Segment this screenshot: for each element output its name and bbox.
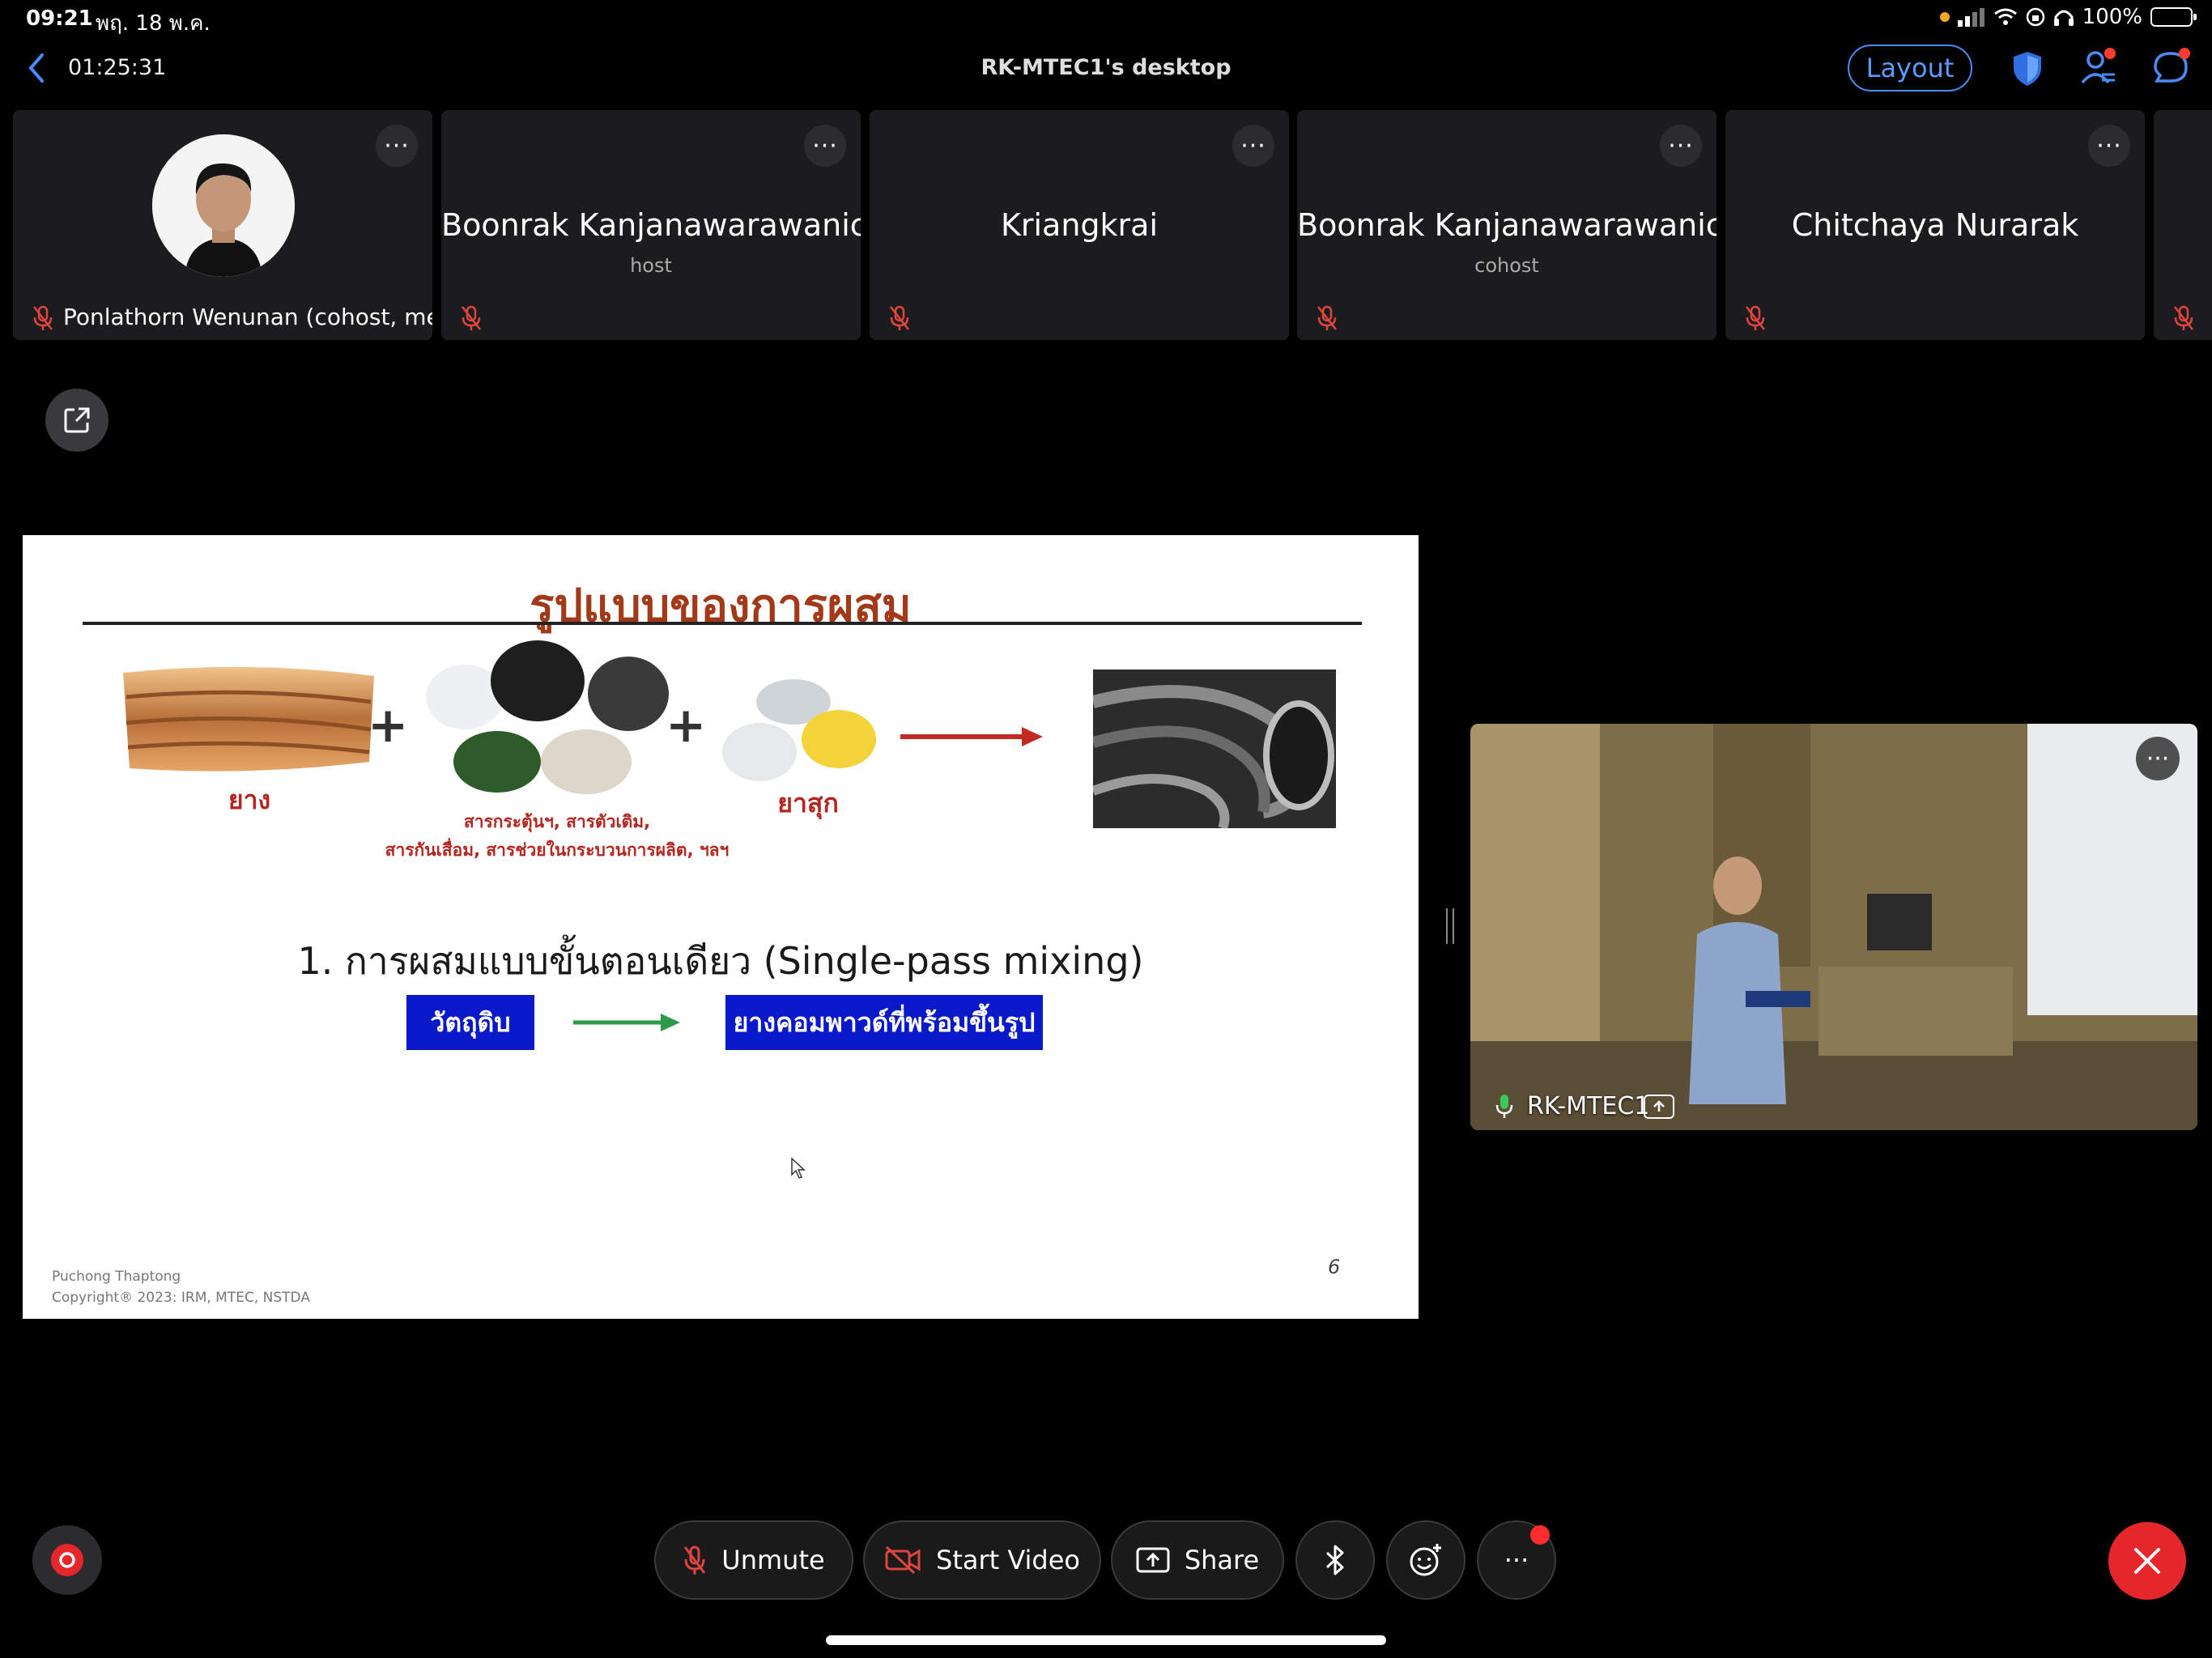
muted-mic-icon (2174, 305, 2193, 330)
participants-icon[interactable] (2079, 47, 2118, 87)
back-button[interactable] (23, 52, 52, 84)
leave-meeting-button[interactable] (2108, 1522, 2186, 1600)
headphones-icon (2053, 10, 2074, 26)
share-button[interactable]: Share (1111, 1520, 1284, 1600)
participant-name: Boonrak Kanjanawarawanich (441, 207, 861, 243)
curing-agents-image (722, 679, 876, 781)
bluetooth-button[interactable] (1295, 1520, 1375, 1600)
participant-more-button[interactable]: ··· (1232, 125, 1274, 167)
slide-title: รูปแบบของการผสม (530, 580, 912, 632)
rubber-compound-rolls-image (1093, 670, 1336, 828)
participant-name: Ponlathorn Wenunan (cohost, me) (63, 304, 432, 330)
chat-icon[interactable] (2150, 47, 2191, 87)
slide-box-rubber-compound: ยางคอมพาวด์ที่พร้อมขึ้นรูป (725, 995, 1043, 1050)
slide-red-arrow (900, 727, 1043, 746)
participant-tile[interactable]: ··· Kriangkrai (870, 110, 1289, 340)
participant-name: Kriangkrai (1000, 207, 1159, 243)
status-time: 09:21 (26, 6, 93, 31)
shared-screen-slide: รูปแบบของการผสม ยาง + สารกระตุ้นฯ, สารตั… (23, 535, 1419, 1319)
slide-label-cure: ยาสุก (777, 788, 839, 818)
chemical-powders-image (426, 640, 669, 794)
participant-role: cohost (1474, 254, 1539, 277)
wifi-icon (1993, 8, 2017, 25)
emoji-reaction-icon (1410, 1544, 1441, 1576)
slide-copyright: Copyright® 2023: IRM, MTEC, NSTDA (52, 1290, 310, 1306)
chevron-left-icon (28, 53, 44, 83)
panel-resize-handle[interactable] (1446, 908, 1454, 944)
muted-mic-icon (1746, 305, 1765, 330)
participant-more-button[interactable]: ··· (804, 125, 846, 167)
status-indicators: 100% (1939, 5, 2197, 29)
home-indicator[interactable] (826, 1635, 1386, 1645)
muted-mic-icon (1317, 305, 1337, 330)
record-icon (51, 1544, 83, 1576)
close-icon (2134, 1548, 2160, 1574)
slide-plus-sign: + (666, 697, 707, 754)
speaker-video-frame (1470, 724, 2197, 1130)
video-off-icon (885, 1545, 921, 1575)
video-participant-name: RK-MTEC1 (1527, 1092, 1650, 1120)
participant-name: Chitchaya Nurarak (1791, 207, 2079, 243)
active-speaker-video[interactable]: ··· RK-MTEC1 (1470, 724, 2197, 1130)
battery-charging-icon (2150, 7, 2197, 27)
reactions-button[interactable] (1386, 1520, 1465, 1600)
slide-plus-sign: + (368, 697, 409, 754)
sharing-icon (1644, 1095, 1674, 1119)
participant-name: Boonrak Kanjanawarawanich (1297, 207, 1716, 243)
record-button[interactable] (32, 1525, 102, 1595)
muted-mic-icon (684, 1545, 706, 1575)
screen-lock-icon (2026, 7, 2044, 27)
rubber-sheets-image (123, 666, 374, 772)
participant-role: host (630, 254, 672, 277)
unmute-label: Unmute (721, 1545, 825, 1575)
slide-page-number: 6 (1328, 1256, 1341, 1278)
muted-mic-icon (890, 305, 909, 330)
slide-green-arrow (573, 1014, 680, 1031)
muted-mic-icon (33, 305, 53, 330)
slide-box-raw-material: วัตถุดิบ (406, 995, 534, 1050)
slide-label-additives-2: สารกันเสื่อม, สารช่วยในกระบวนการผลิต, ฯล… (385, 840, 730, 860)
slide-step-heading: 1. การผสมแบบขั้นตอนเดียว (Single-pass mi… (297, 939, 1144, 983)
cellular-signal-icon (1957, 8, 1984, 27)
start-video-label: Start Video (936, 1545, 1080, 1575)
participant-tile[interactable]: ··· Chitchaya Nurarak (1725, 110, 2145, 340)
slide-author: Puchong Thaptong (52, 1269, 181, 1285)
participant-more-button[interactable]: ··· (376, 125, 418, 167)
mic-in-use-indicator (1939, 12, 1950, 22)
external-open-icon (64, 407, 90, 433)
slide-divider (83, 622, 1362, 625)
participant-more-button[interactable]: ··· (1660, 125, 1702, 167)
share-screen-icon (1136, 1547, 1170, 1573)
pop-out-share-button[interactable] (45, 389, 108, 452)
participant-tile[interactable]: ··· Boonrak Kanjanawarawanich host (441, 110, 861, 340)
battery-percent: 100% (2082, 5, 2142, 29)
start-video-button[interactable]: Start Video (863, 1520, 1101, 1600)
avatar (152, 134, 295, 277)
notification-dot (1530, 1525, 1550, 1545)
status-date: พฤ. 18 พ.ค. (96, 11, 211, 36)
layout-button[interactable]: Layout (1848, 45, 1972, 91)
participant-tile[interactable]: ··· Boonrak Kanjanawarawanich cohost (1297, 110, 1716, 340)
participant-more-button[interactable]: ··· (2088, 125, 2130, 167)
participant-tile-self[interactable]: ··· Ponlathorn Wenunan (cohost, me) (13, 110, 432, 340)
slide-label-rubber: ยาง (228, 784, 271, 815)
more-options-label: ··· (1504, 1545, 1529, 1575)
more-options-button[interactable]: ··· (1477, 1520, 1556, 1600)
share-label: Share (1184, 1545, 1260, 1575)
active-mic-icon (1495, 1095, 1513, 1118)
bluetooth-icon (1325, 1545, 1344, 1575)
security-shield-icon[interactable] (2011, 50, 2044, 87)
video-more-button[interactable]: ··· (2136, 737, 2180, 780)
cursor-pointer-icon (791, 1157, 806, 1179)
muted-mic-icon (462, 305, 481, 330)
participant-tile-partial[interactable] (2154, 110, 2212, 340)
unmute-button[interactable]: Unmute (654, 1520, 853, 1600)
meeting-elapsed-time: 01:25:31 (68, 55, 167, 80)
